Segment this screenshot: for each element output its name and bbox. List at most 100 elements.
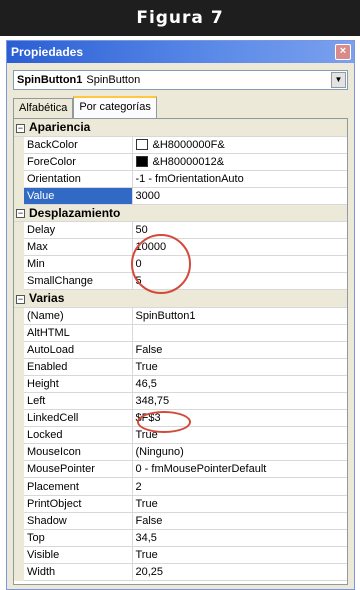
property-value-text: 10000	[135, 241, 167, 254]
property-name[interactable]: MousePointer	[24, 460, 133, 479]
collapse-icon[interactable]: −	[16, 123, 25, 133]
category-label: Desplazamiento	[29, 206, 121, 221]
property-row[interactable]: Enabled True	[14, 358, 347, 376]
property-row[interactable]: (Name) SpinButton1	[14, 307, 347, 325]
property-value[interactable]: 3000	[132, 187, 347, 205]
property-row[interactable]: Shadow False	[14, 512, 347, 530]
property-value-text: True	[135, 360, 158, 373]
property-name[interactable]: Orientation	[24, 170, 133, 188]
property-name[interactable]: Shadow	[24, 512, 133, 530]
property-name[interactable]: Placement	[24, 477, 133, 496]
property-row[interactable]: LinkedCell $F$3	[14, 409, 347, 428]
property-row[interactable]: Delay 50	[14, 221, 347, 240]
property-row[interactable]: Max 10000	[14, 238, 347, 257]
close-icon[interactable]: ×	[335, 44, 351, 60]
property-value[interactable]: 34,5	[132, 529, 347, 547]
property-row[interactable]: Left 348,75	[14, 392, 347, 411]
property-value[interactable]: &H80000012&	[132, 153, 347, 171]
property-row[interactable]: PrintObject True	[14, 495, 347, 513]
property-row[interactable]: Value 3000	[14, 187, 347, 205]
property-name[interactable]: LinkedCell	[24, 409, 133, 428]
property-value-text: -1 - fmOrientationAuto	[135, 172, 244, 185]
property-value[interactable]: 46,5	[132, 375, 347, 394]
properties-tabs: Alfabética Por categorías	[13, 96, 348, 118]
property-value[interactable]: True	[132, 546, 347, 564]
property-value-text: True	[135, 497, 158, 510]
property-row[interactable]: MouseIcon (Ninguno)	[14, 443, 347, 462]
property-value[interactable]: 0	[132, 255, 347, 274]
property-value[interactable]: True	[132, 358, 347, 376]
tab-por-categorias[interactable]: Por categorías	[73, 96, 157, 118]
property-row[interactable]: Orientation -1 - fmOrientationAuto	[14, 170, 347, 188]
property-value[interactable]: False	[132, 341, 347, 359]
property-row[interactable]: Placement 2	[14, 477, 347, 496]
property-row[interactable]: Locked True	[14, 426, 347, 445]
figure-caption: Figura 7	[0, 0, 360, 36]
property-name[interactable]: Value	[24, 187, 133, 205]
property-name[interactable]: Top	[24, 529, 133, 547]
property-name[interactable]: SmallChange	[24, 272, 133, 291]
property-row[interactable]: MousePointer 0 - fmMousePointerDefault	[14, 460, 347, 479]
chevron-down-icon[interactable]: ▼	[331, 72, 346, 88]
property-value-text: 34,5	[135, 531, 157, 544]
property-name[interactable]: Height	[24, 375, 133, 394]
property-name[interactable]: Enabled	[24, 358, 133, 376]
property-value[interactable]: 348,75	[132, 392, 347, 411]
property-value[interactable]: 20,25	[132, 563, 347, 582]
property-value-text: (Ninguno)	[135, 446, 184, 459]
property-value[interactable]	[132, 324, 347, 342]
property-value-text: &H8000000F&	[152, 138, 225, 151]
category-row[interactable]: − Apariencia	[14, 119, 347, 137]
collapse-icon[interactable]: −	[16, 294, 25, 304]
property-value[interactable]: &H8000000F&	[132, 136, 347, 154]
property-value[interactable]: True	[132, 495, 347, 513]
property-value[interactable]: -1 - fmOrientationAuto	[132, 170, 347, 188]
property-row[interactable]: SmallChange 5	[14, 272, 347, 291]
property-value[interactable]: 10000	[132, 238, 347, 257]
property-name[interactable]: Width	[24, 563, 133, 582]
object-type: SpinButton	[86, 74, 141, 86]
property-row[interactable]: AutoLoad False	[14, 341, 347, 359]
category-row[interactable]: − Varias	[14, 289, 347, 308]
property-name[interactable]: Delay	[24, 221, 133, 240]
property-name[interactable]: Min	[24, 255, 133, 274]
property-row[interactable]: Top 34,5	[14, 529, 347, 547]
property-value-text: SpinButton1	[135, 309, 196, 322]
category-label: Varias	[29, 291, 65, 306]
property-row[interactable]: BackColor &H8000000F&	[14, 136, 347, 154]
property-value[interactable]: 2	[132, 477, 347, 496]
collapse-icon[interactable]: −	[16, 209, 25, 219]
property-name[interactable]: PrintObject	[24, 495, 133, 513]
property-name[interactable]: MouseIcon	[24, 443, 133, 462]
property-name[interactable]: ForeColor	[24, 153, 133, 171]
property-name[interactable]: (Name)	[24, 307, 133, 325]
property-row[interactable]: Width 20,25	[14, 563, 347, 582]
property-name[interactable]: Locked	[24, 426, 133, 445]
property-value[interactable]: (Ninguno)	[132, 443, 347, 462]
property-row[interactable]: AltHTML	[14, 324, 347, 342]
property-name[interactable]: BackColor	[24, 136, 133, 154]
property-name[interactable]: AltHTML	[24, 324, 133, 342]
tab-alfabetica[interactable]: Alfabética	[13, 98, 74, 118]
property-name[interactable]: Left	[24, 392, 133, 411]
property-value[interactable]: 0 - fmMousePointerDefault	[132, 460, 347, 479]
property-row[interactable]: Min 0	[14, 255, 347, 274]
property-name[interactable]: Visible	[24, 546, 133, 564]
property-row[interactable]: Visible True	[14, 546, 347, 564]
category-row[interactable]: − Desplazamiento	[14, 204, 347, 223]
property-value[interactable]: 5	[132, 272, 347, 291]
property-value[interactable]: SpinButton1	[132, 307, 347, 325]
property-value[interactable]: True	[132, 426, 347, 445]
property-row[interactable]: Height 46,5	[14, 375, 347, 394]
property-name[interactable]: AutoLoad	[24, 341, 133, 359]
property-value[interactable]: False	[132, 512, 347, 530]
property-name[interactable]: Max	[24, 238, 133, 257]
properties-window: Propiedades × SpinButton1 SpinButton ▼ A…	[6, 40, 355, 590]
properties-titlebar: Propiedades ×	[7, 41, 354, 63]
property-value[interactable]: $F$3	[132, 409, 347, 428]
object-selector[interactable]: SpinButton1 SpinButton ▼	[13, 70, 348, 90]
property-row[interactable]: ForeColor &H80000012&	[14, 153, 347, 171]
property-value-text: 0 - fmMousePointerDefault	[135, 463, 267, 476]
property-value-text: False	[135, 514, 163, 527]
property-value[interactable]: 50	[132, 221, 347, 240]
